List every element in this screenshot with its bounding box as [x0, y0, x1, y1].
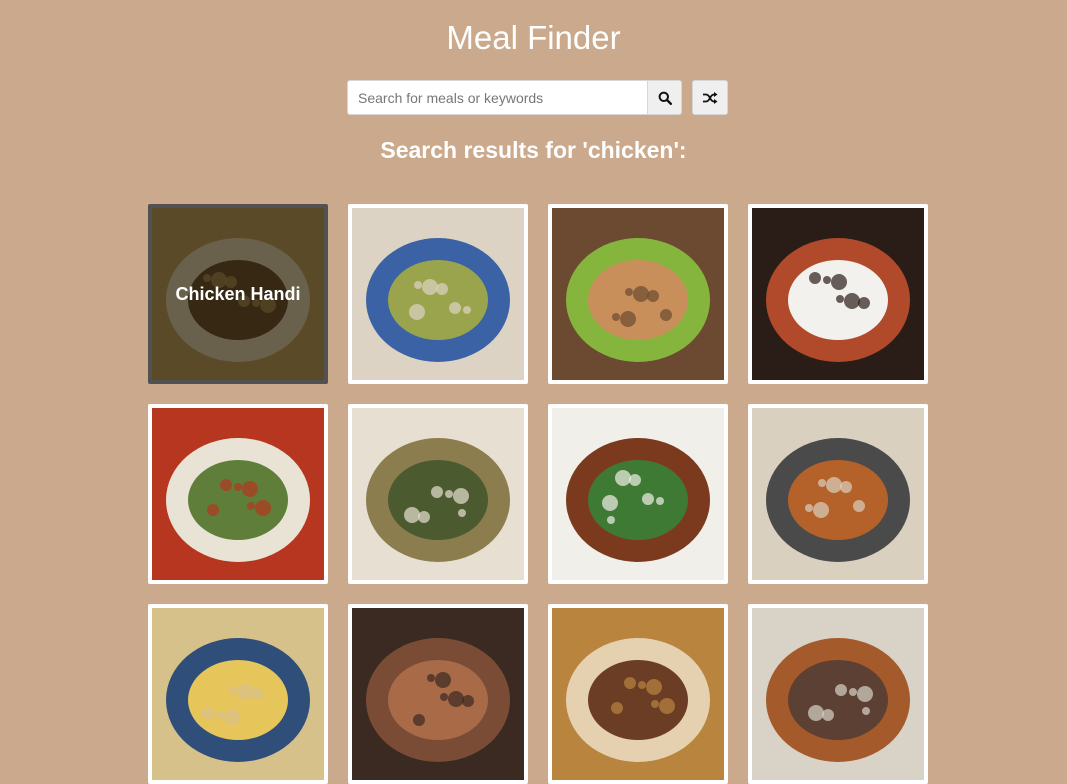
- meal-card[interactable]: [148, 404, 328, 584]
- meal-card[interactable]: [548, 204, 728, 384]
- shuffle-icon: [703, 91, 718, 104]
- search-button[interactable]: [647, 80, 682, 115]
- search-input[interactable]: [347, 80, 647, 115]
- meals-grid: Chicken Handi: [148, 204, 928, 784]
- random-meal-button[interactable]: [692, 80, 728, 115]
- meal-image: [752, 608, 924, 780]
- meal-card[interactable]: [348, 204, 528, 384]
- meal-image: [752, 208, 924, 380]
- meal-card[interactable]: [548, 604, 728, 784]
- meal-image: [152, 408, 324, 580]
- meal-image: [352, 208, 524, 380]
- meal-title: Chicken Handi: [175, 283, 301, 304]
- meal-card[interactable]: [748, 404, 928, 584]
- meal-card[interactable]: [548, 404, 728, 584]
- meal-card[interactable]: [148, 604, 328, 784]
- results-heading: Search results for 'chicken':: [380, 137, 687, 163]
- meal-card[interactable]: [348, 404, 528, 584]
- meal-image: [552, 208, 724, 380]
- meal-image: [752, 408, 924, 580]
- meal-image: [552, 608, 724, 780]
- meal-image: [152, 608, 324, 780]
- meal-card[interactable]: Chicken Handi: [148, 204, 328, 384]
- search-icon: [658, 91, 672, 105]
- meal-card[interactable]: [748, 604, 928, 784]
- search-form: [347, 80, 682, 115]
- meal-card[interactable]: [748, 204, 928, 384]
- meal-card[interactable]: [348, 604, 528, 784]
- page-title: Meal Finder: [446, 19, 621, 56]
- meal-info-overlay: Chicken Handi: [152, 208, 324, 380]
- meal-image: [352, 408, 524, 580]
- meal-image: [352, 608, 524, 780]
- meal-image: [552, 408, 724, 580]
